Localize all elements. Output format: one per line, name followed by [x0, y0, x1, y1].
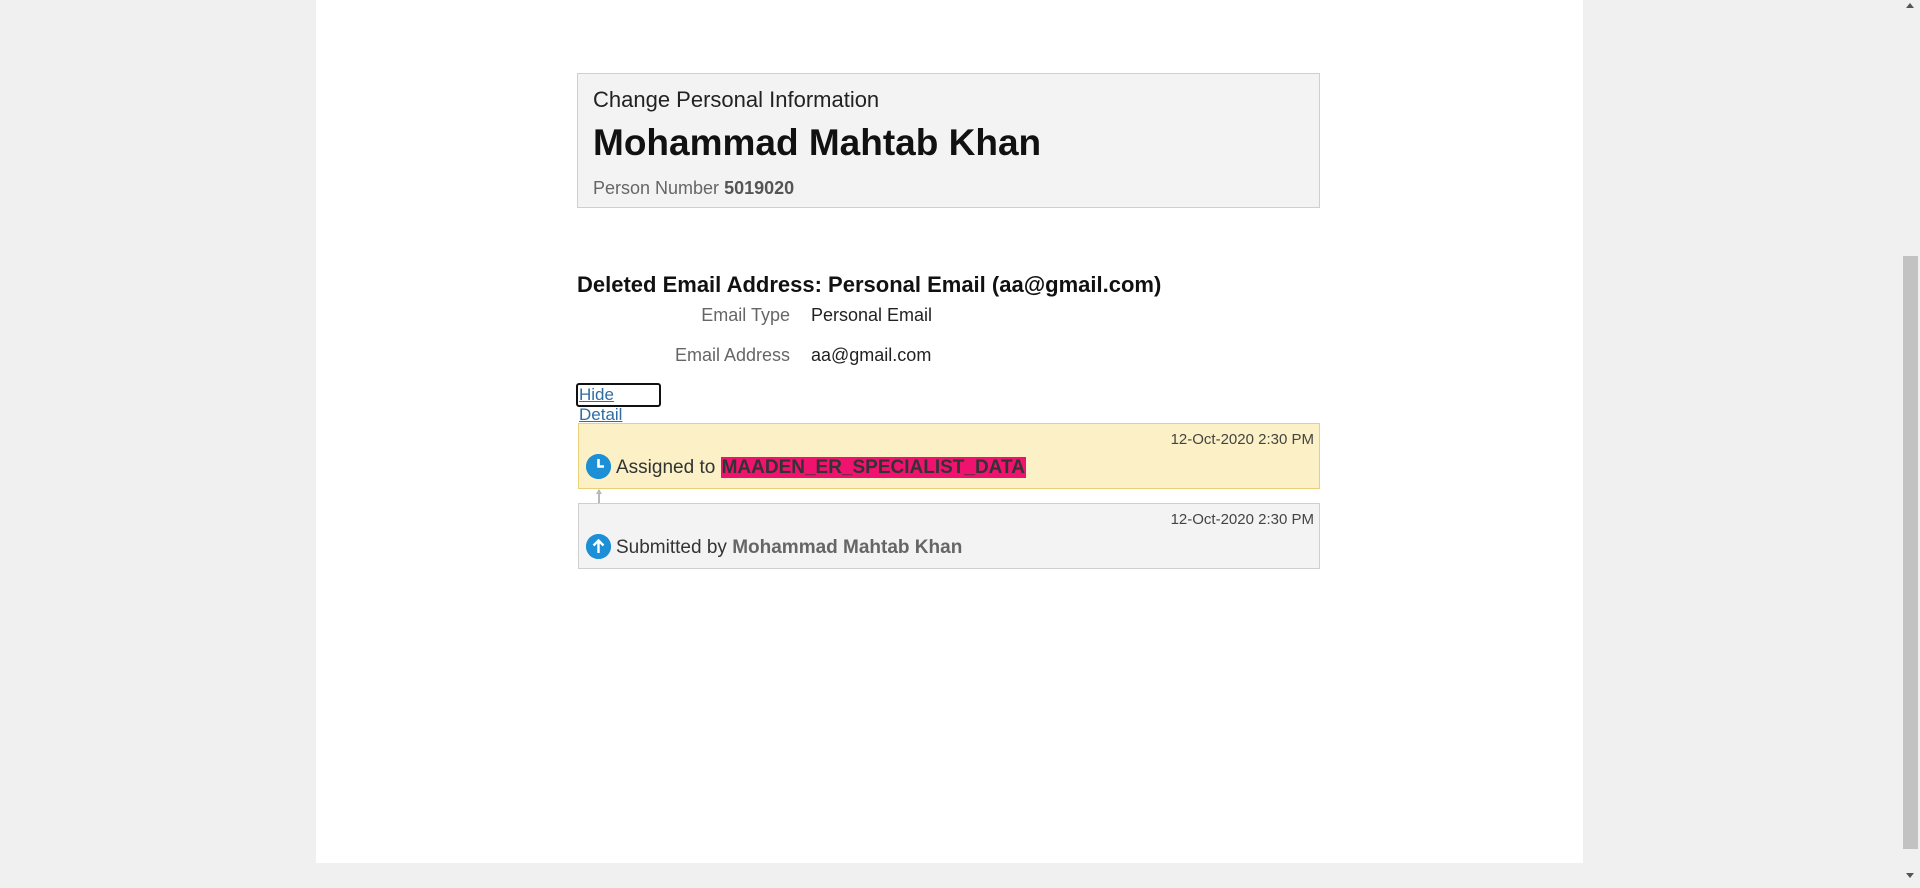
history-text: Submitted by Mohammad Mahtab Khan: [616, 537, 962, 559]
email-type-value: Personal Email: [811, 305, 933, 325]
email-address-value: aa@gmail.com: [811, 345, 932, 365]
person-number-label: Person Number: [593, 178, 720, 198]
history-text: Assigned to MAADEN_ER_SPECIALIST_DATA: [616, 457, 1026, 479]
person-number: Person Number 5019020: [593, 178, 794, 199]
email-address-label: Email Address: [674, 345, 790, 365]
timestamp: 12-Oct-2020 2:30 PM: [1170, 431, 1314, 448]
scrollbar-thumb[interactable]: [1903, 256, 1918, 849]
clock-icon: [586, 454, 611, 479]
person-name: Mohammad Mahtab Khan: [593, 122, 1042, 163]
scroll-up-arrow-icon[interactable]: [1906, 3, 1914, 8]
person-number-value: 5019020: [724, 178, 795, 198]
submitter-name: Mohammad Mahtab Khan: [732, 537, 963, 558]
timestamp: 12-Oct-2020 2:30 PM: [1170, 511, 1314, 528]
assignee-role: MAADEN_ER_SPECIALIST_DATA: [720, 457, 1026, 478]
scroll-down-arrow-icon[interactable]: [1906, 873, 1914, 878]
history-item-assigned: 12-Oct-2020 2:30 PM Assigned to MAADEN_E…: [578, 423, 1320, 489]
action-label: Assigned to: [616, 457, 716, 478]
email-type-label: Email Type: [701, 305, 790, 325]
action-label: Submitted by: [616, 537, 727, 558]
connector-arrow-icon: [596, 489, 602, 494]
section-title: Deleted Email Address: Personal Email (a…: [577, 272, 1162, 297]
hide-detail-link[interactable]: Hide Detail: [576, 383, 661, 424]
page-subtitle: Change Personal Information: [593, 87, 880, 112]
history-item-submitted: 12-Oct-2020 2:30 PM Submitted by Mohamma…: [578, 503, 1320, 569]
person-header: Change Personal Information Mohammad Mah…: [577, 73, 1320, 208]
upload-arrow-icon: [586, 534, 611, 559]
